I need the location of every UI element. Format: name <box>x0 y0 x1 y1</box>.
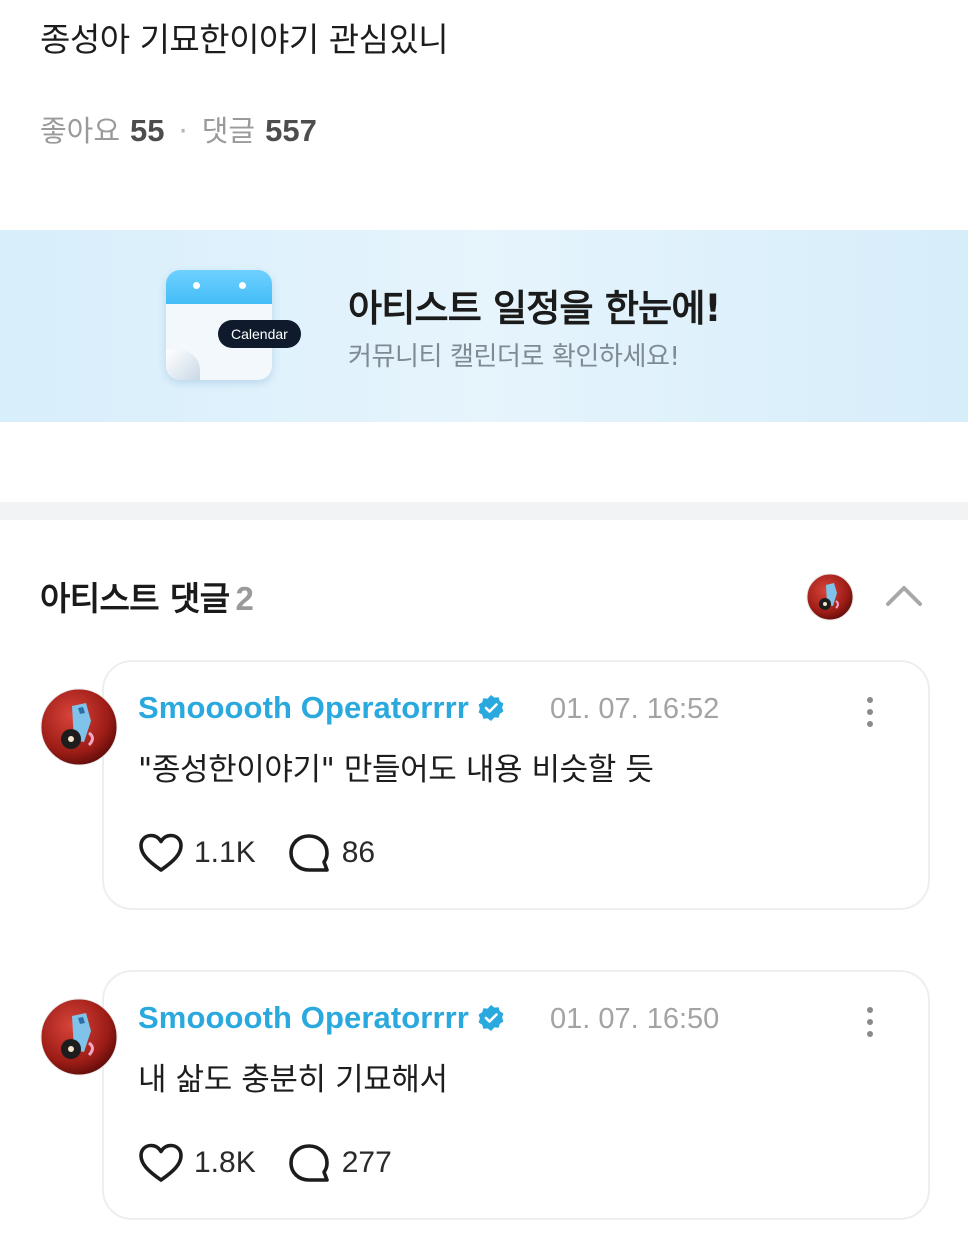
comment-text: "종성한이야기" 만들어도 내용 비슷할 듯 <box>138 752 654 788</box>
comment-author[interactable]: Smooooth Operatorrrr <box>138 690 505 726</box>
comment-time: 01. 07. 16:50 <box>550 1003 720 1035</box>
comment-author-name[interactable]: Smooooth Operatorrrr <box>138 1000 469 1036</box>
post-title: 종성아 기묘한이야기 관심있니 <box>40 20 449 59</box>
more-options-icon[interactable] <box>860 694 880 730</box>
like-count: 1.1K <box>194 836 256 869</box>
comment-author-name[interactable]: Smooooth Operatorrrr <box>138 690 469 726</box>
like-button[interactable]: 1.8K <box>138 1142 256 1184</box>
comments-label[interactable]: 댓글 <box>202 110 255 152</box>
like-count: 1.8K <box>194 1146 256 1179</box>
verified-badge-icon <box>478 1005 504 1031</box>
like-button[interactable]: 1.1K <box>138 832 256 874</box>
comment-actions: 1.1K 86 <box>138 832 375 874</box>
artist-avatar-icon[interactable] <box>806 573 854 621</box>
stats-separator: · <box>178 114 188 148</box>
comment-text: 내 삶도 충분히 기묘해서 <box>138 1062 448 1098</box>
calendar-icon-label: Calendar <box>218 320 301 348</box>
artist-comments-count: 2 <box>235 580 254 617</box>
author-avatar-icon[interactable] <box>40 998 118 1076</box>
likes-label[interactable]: 좋아요 <box>40 110 120 152</box>
heart-icon <box>139 1143 183 1182</box>
comment-author[interactable]: Smooooth Operatorrrr <box>138 1000 505 1036</box>
comment-item: Smooooth Operatorrrr 01. 07. 16:52 "종성한이… <box>40 660 930 910</box>
chevron-up-icon[interactable] <box>884 580 924 610</box>
comment-time: 01. 07. 16:52 <box>550 693 720 725</box>
reply-bubble-icon <box>288 834 329 872</box>
banner-subtitle: 커뮤니티 캘린더로 확인하세요! <box>348 342 680 372</box>
reply-count: 86 <box>341 836 376 869</box>
comment-item: Smooooth Operatorrrr 01. 07. 16:50 내 삶도 … <box>40 970 930 1220</box>
artist-comments-header: 아티스트 댓글 2 <box>40 572 254 620</box>
calendar-banner[interactable]: Calendar 아티스트 일정을 한눈에! 커뮤니티 캘린더로 확인하세요! <box>0 230 968 422</box>
artist-comments-title: 아티스트 댓글 <box>40 579 230 618</box>
likes-count[interactable]: 55 <box>130 110 164 152</box>
reply-button[interactable]: 86 <box>286 832 375 874</box>
verified-badge-icon <box>478 695 504 721</box>
reply-button[interactable]: 277 <box>286 1142 392 1184</box>
author-avatar-icon[interactable] <box>40 688 118 766</box>
heart-icon <box>139 833 183 872</box>
comments-count[interactable]: 557 <box>265 110 317 152</box>
more-options-icon[interactable] <box>860 1004 880 1040</box>
reply-count: 277 <box>341 1146 392 1179</box>
comment-actions: 1.8K 277 <box>138 1142 392 1184</box>
section-divider <box>0 502 968 520</box>
calendar-icon: Calendar <box>166 270 301 382</box>
banner-title: 아티스트 일정을 한눈에! <box>348 287 721 330</box>
reply-bubble-icon <box>288 1144 329 1182</box>
post-stats: 좋아요 55 · 댓글 557 <box>40 110 317 152</box>
